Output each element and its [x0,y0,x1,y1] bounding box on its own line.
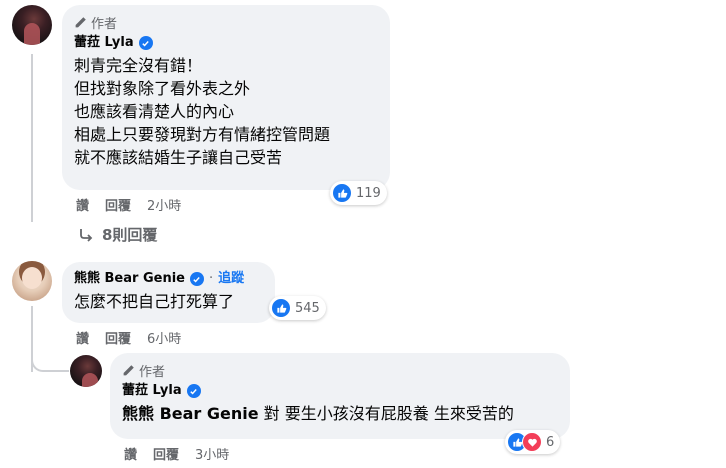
author-tag-label: 作者 [91,17,118,32]
avatar-bear-genie[interactable] [12,261,52,301]
separator-dot: · [208,271,214,286]
comment-timestamp[interactable]: 6小時 [147,328,181,347]
comment-bubble-lyla: 作者 蕾菈 Lyla 刺青完全沒有錯！ 但找對象除了看外表之外 也應該看清楚人的… [62,5,390,190]
reply-timestamp[interactable]: 3小時 [195,444,229,463]
pencil-icon [123,365,134,376]
reaction-count: 6 [546,434,555,450]
thread-curve-reply [31,340,69,372]
mention-link[interactable]: 熊熊 Bear Genie [122,404,259,423]
reply-button[interactable]: 回覆 [105,195,131,214]
avatar-lyla[interactable] [70,355,102,387]
comment-text: 刺青完全沒有錯！ 但找對象除了看外表之外 也應該看清楚人的內心 相處上只要發現對… [74,54,378,169]
comment-author-name[interactable]: 熊熊 Bear Genie [74,270,185,288]
reaction-summary[interactable]: 119 [330,181,387,205]
reply-bubble-lyla: 作者 蕾菈 Lyla 熊熊 Bear Genie 對 要生小孩沒有屁股養 生來受… [110,353,570,439]
reaction-summary[interactable]: 545 [269,296,326,320]
comment-author-row: 蕾菈 Lyla [74,34,378,52]
comment-line: 就不應該結婚生子讓自己受苦 [74,148,283,167]
thumbs-up-icon [271,298,291,318]
reply-arrow-icon [80,228,93,242]
thumbs-up-icon [332,183,352,203]
like-button[interactable]: 讚 [76,195,89,214]
comment-line: 相處上只要發現對方有情緒控管問題 [74,125,331,144]
reply-actions: 讚 回覆 3小時 [124,444,229,463]
comment-text: 怎麼不把自己打死算了 [74,292,235,311]
reaction-summary[interactable]: 6 [505,430,561,454]
thread-curve-replies [31,210,73,234]
reaction-count: 119 [356,185,381,201]
author-tag: 作者 [74,13,378,32]
reply-button[interactable]: 回覆 [105,328,131,347]
like-button[interactable]: 讚 [124,444,137,463]
view-replies-label: 8則回覆 [102,226,158,244]
verified-badge-icon [186,384,201,398]
reply-text: 熊熊 Bear Genie 對 要生小孩沒有屁股養 生來受苦的 [122,402,558,425]
comment-author-name[interactable]: 蕾菈 Lyla [74,34,134,52]
comment-author-row: 熊熊 Bear Genie · 追蹤 [74,270,263,288]
comment-line: 也應該看清楚人的內心 [74,102,235,121]
author-tag-label: 作者 [139,365,166,380]
comment-timestamp[interactable]: 2小時 [147,195,181,214]
author-tag: 作者 [122,361,558,380]
verified-badge-icon [189,272,204,286]
view-replies-link[interactable]: 8則回覆 [78,224,157,245]
thread-line-main [31,54,33,222]
comment-line: 但找對象除了看外表之外 [74,79,251,98]
reply-body: 對 要生小孩沒有屁股養 生來受苦的 [258,404,514,423]
comment-bubble-bear: 熊熊 Bear Genie · 追蹤 怎麼不把自己打死算了 [62,262,275,323]
comment-line: 刺青完全沒有錯！ [74,56,203,75]
reply-author-row: 蕾菈 Lyla [122,382,558,400]
heart-icon [522,432,542,452]
reply-author-name[interactable]: 蕾菈 Lyla [122,382,182,400]
reaction-count: 545 [295,300,320,316]
reply-button[interactable]: 回覆 [153,444,179,463]
like-button[interactable]: 讚 [76,328,89,347]
comment-actions: 讚 回覆 6小時 [76,328,181,347]
pencil-icon [75,17,86,28]
verified-badge-icon [138,36,153,50]
comment-actions: 讚 回覆 2小時 [76,195,181,214]
follow-button[interactable]: 追蹤 [218,270,244,288]
avatar-lyla[interactable] [12,5,52,45]
